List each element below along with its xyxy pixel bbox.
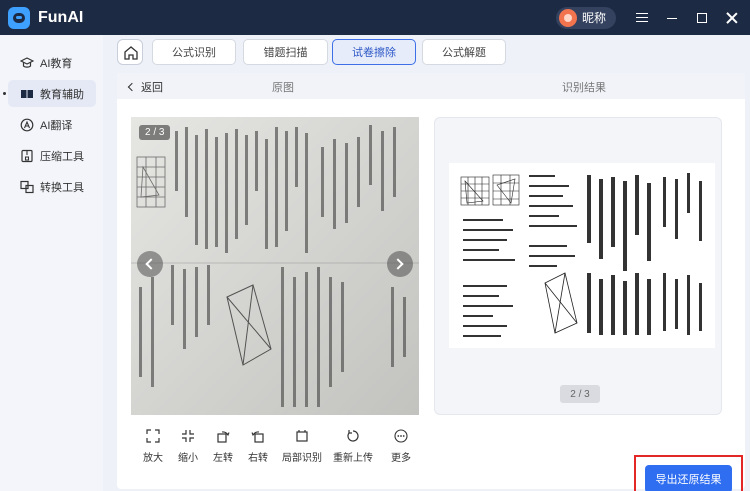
erased-paper: [449, 163, 715, 348]
result-page-indicator: 2 / 3: [560, 385, 600, 403]
sidebar-item-ai-education[interactable]: AI教育: [8, 49, 96, 76]
app-logo-icon: [8, 6, 30, 29]
chevron-right-icon: [392, 258, 404, 270]
app-name: FunAI: [38, 8, 84, 26]
exam-photo: [131, 117, 419, 415]
convert-icon: [20, 180, 34, 193]
tool-label: 缩小: [178, 453, 198, 464]
local-recognize-button[interactable]: 局部识别: [280, 429, 324, 464]
back-button[interactable]: 返回: [127, 79, 163, 95]
sidebar-item-convert[interactable]: 转换工具: [8, 173, 96, 200]
reupload-icon: [347, 430, 359, 442]
translate-icon: [20, 118, 34, 131]
maximize-icon[interactable]: [690, 6, 714, 30]
export-result-button[interactable]: 导出还原结果: [645, 465, 732, 491]
tool-label: 左转: [213, 453, 233, 464]
avatar: [558, 8, 577, 27]
more-button[interactable]: 更多: [383, 429, 419, 464]
panel-header: 返回 原图 识别结果: [117, 73, 745, 99]
rotate-left-icon: [217, 431, 230, 443]
erased-paper-image: [460, 173, 702, 337]
back-label: 返回: [141, 82, 163, 94]
prev-image-button[interactable]: [137, 251, 163, 277]
tool-label: 重新上传: [333, 453, 373, 464]
sidebar-item-label: 转换工具: [40, 181, 84, 194]
rotate-left-button[interactable]: 左转: [205, 429, 241, 464]
sidebar-item-education-assist[interactable]: 教育辅助: [8, 80, 96, 107]
rotate-right-icon: [251, 431, 264, 443]
result-preview[interactable]: 2 / 3: [434, 117, 722, 415]
tool-label: 右转: [248, 453, 268, 464]
zoom-out-icon: [182, 430, 194, 442]
export-highlight: 导出还原结果: [634, 455, 743, 491]
sidebar: AI教育 教育辅助 AI翻译 压缩工具 转换工具: [0, 35, 103, 491]
title-bar: FunAI 昵称: [0, 0, 750, 35]
sidebar-item-compress[interactable]: 压缩工具: [8, 142, 96, 169]
sidebar-item-ai-translate[interactable]: AI翻译: [8, 111, 96, 138]
original-heading: 原图: [272, 82, 294, 94]
sidebar-item-label: 压缩工具: [40, 150, 84, 163]
user-chip[interactable]: 昵称: [555, 6, 616, 29]
home-button[interactable]: [117, 39, 143, 65]
compress-icon: [21, 149, 33, 162]
home-icon: [124, 46, 138, 60]
tab-formula-solve[interactable]: 公式解题: [422, 39, 506, 65]
main-area: 公式识别 错题扫描 试卷擦除 公式解题 返回 原图 识别结果 2 / 3 2 /…: [103, 35, 750, 491]
chevron-left-icon: [127, 82, 137, 92]
sidebar-item-label: 教育辅助: [40, 88, 84, 101]
next-image-button[interactable]: [387, 251, 413, 277]
zoom-in-icon: [146, 429, 160, 443]
minimize-icon[interactable]: [660, 6, 684, 30]
crop-icon: [296, 430, 308, 442]
menu-icon[interactable]: [630, 6, 654, 30]
rotate-right-button[interactable]: 右转: [240, 429, 276, 464]
tool-label: 局部识别: [282, 453, 322, 464]
tool-label: 放大: [143, 453, 163, 464]
original-image[interactable]: 2 / 3: [131, 117, 419, 415]
close-icon[interactable]: [720, 6, 744, 30]
chevron-left-icon: [145, 258, 157, 270]
book-icon: [21, 89, 33, 98]
tab-paper-erase[interactable]: 试卷擦除: [332, 39, 416, 65]
active-indicator: [3, 92, 6, 95]
page-indicator: 2 / 3: [139, 125, 171, 140]
tool-label: 更多: [391, 453, 411, 464]
graduation-cap-icon: [20, 56, 34, 68]
zoom-out-button[interactable]: 缩小: [170, 429, 206, 464]
tab-formula-recognition[interactable]: 公式识别: [152, 39, 236, 65]
sidebar-item-label: AI教育: [40, 57, 73, 70]
more-icon: [394, 429, 408, 443]
reupload-button[interactable]: 重新上传: [331, 429, 375, 464]
zoom-in-button[interactable]: 放大: [135, 429, 171, 464]
result-heading: 识别结果: [562, 82, 606, 94]
sidebar-item-label: AI翻译: [40, 119, 73, 132]
tab-wrong-question-scan[interactable]: 错题扫描: [243, 39, 328, 65]
nickname: 昵称: [581, 11, 606, 25]
content-panel: 返回 原图 识别结果 2 / 3 2 / 3 放大 缩小 左转 右转 局部识别 …: [117, 73, 745, 491]
